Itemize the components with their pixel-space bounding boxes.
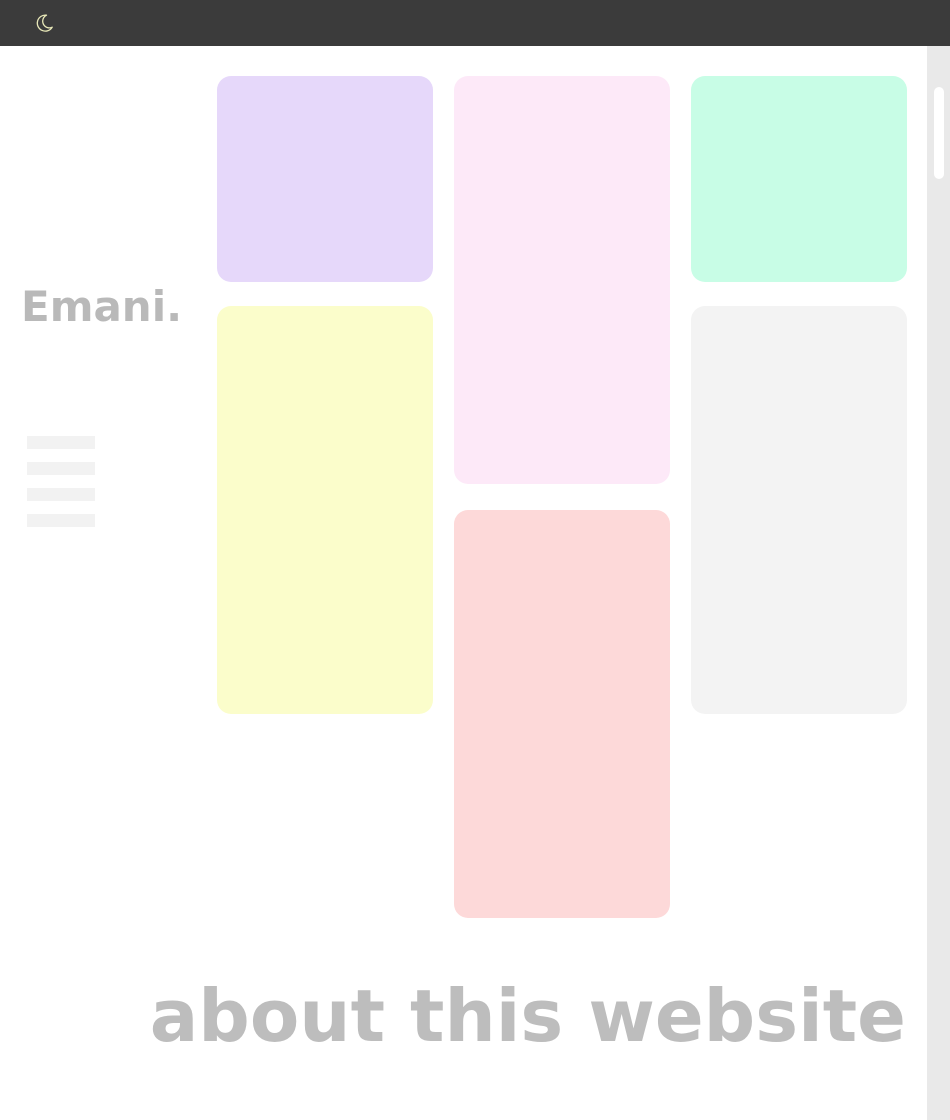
tile-mint[interactable] [691,76,907,282]
scrollbar-thumb[interactable] [934,87,944,179]
tile-coral[interactable] [454,510,670,918]
tile-gray[interactable] [691,306,907,714]
menu-button[interactable] [27,436,95,540]
theme-toggle-button[interactable] [30,10,58,36]
tile-yellow[interactable] [217,306,433,714]
main-content: Emani. about this website [0,46,927,1120]
about-heading: about this website [149,974,906,1058]
tile-lavender[interactable] [217,76,433,282]
top-bar [0,0,950,46]
scrollbar[interactable] [927,46,950,1120]
hamburger-menu-icon [27,436,95,527]
tile-pink[interactable] [454,76,670,484]
moon-icon [36,14,53,32]
brand-logo[interactable]: Emani. [21,282,182,332]
